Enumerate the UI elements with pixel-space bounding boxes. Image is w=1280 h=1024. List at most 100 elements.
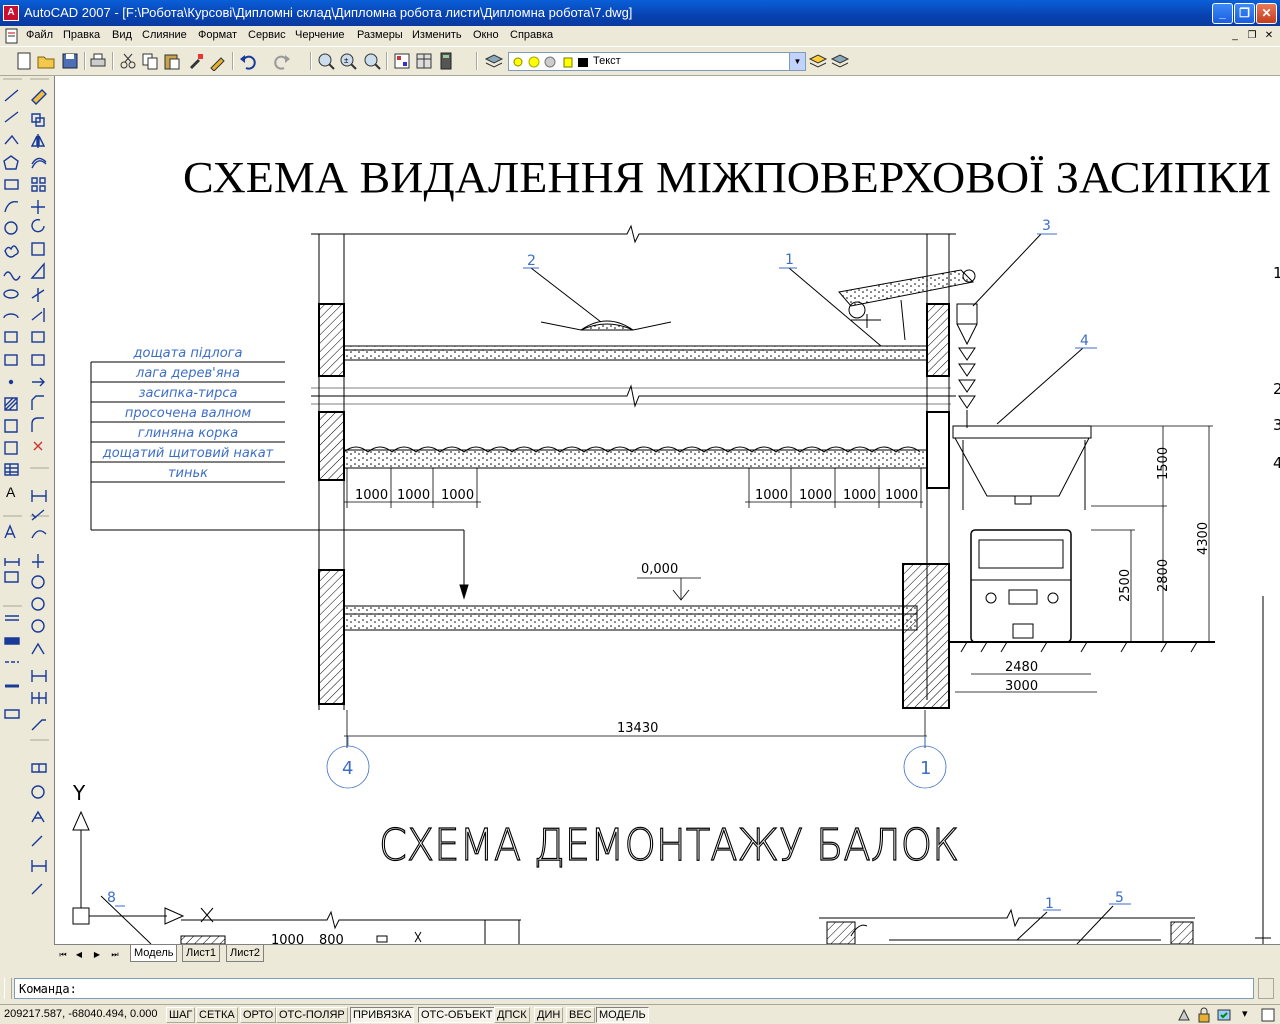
- redo-icon[interactable]: [272, 51, 292, 71]
- last-tab-icon[interactable]: ⏭: [108, 948, 122, 962]
- quick-leader-icon: [31, 719, 46, 731]
- close-button[interactable]: ✕: [1256, 3, 1277, 24]
- tab-sheet1[interactable]: Лист1: [182, 945, 221, 962]
- ducs-toggle[interactable]: ДПСК: [494, 1007, 530, 1023]
- polyline-icon: [4, 134, 19, 145]
- copy-icon[interactable]: [140, 51, 160, 71]
- undo-icon[interactable]: [238, 51, 258, 71]
- chevron-down-icon[interactable]: ▼: [789, 53, 805, 70]
- polygon-icon: [3, 155, 19, 170]
- legend-item: лага дерев'яна: [135, 366, 240, 381]
- ortho-toggle[interactable]: ОРТО: [240, 1007, 277, 1023]
- status-menu-chevron-icon[interactable]: ▾: [1240, 1007, 1250, 1023]
- dimension-1000-bottom: 1000: [271, 933, 304, 944]
- layer-dropdown[interactable]: Текст ▼: [508, 52, 806, 71]
- snap-toggle[interactable]: ШАГ: [166, 1007, 196, 1023]
- autocad-app-icon[interactable]: A: [3, 5, 19, 21]
- menu-help[interactable]: Справка: [510, 29, 553, 41]
- menu-tools[interactable]: Сервис: [248, 29, 286, 41]
- callout-3: 3: [1042, 218, 1051, 234]
- layer-manager-icon[interactable]: [484, 51, 504, 71]
- osnap-toggle[interactable]: ПРИВЯЗКА: [350, 1007, 415, 1023]
- menu-view[interactable]: Вид: [112, 29, 132, 41]
- doc-minimize-button[interactable]: _: [1228, 29, 1242, 43]
- multiline-text-icon: A: [6, 484, 16, 500]
- tab-model[interactable]: Модель: [130, 945, 178, 962]
- tab-sheet2[interactable]: Лист2: [226, 945, 265, 962]
- menu-modify[interactable]: Изменить: [412, 29, 462, 41]
- command-scrollbar[interactable]: [1258, 978, 1274, 999]
- grid-toggle[interactable]: СЕТКА: [196, 1007, 238, 1023]
- aligned-dim-icon: [31, 509, 45, 521]
- level-mark: 0,000: [641, 562, 678, 577]
- zoom-realtime-icon[interactable]: ±: [338, 51, 358, 71]
- save-icon[interactable]: [60, 51, 80, 71]
- print-icon[interactable]: [88, 51, 108, 71]
- menu-merge[interactable]: Слияние: [142, 29, 187, 41]
- doc-restore-button[interactable]: ❐: [1245, 29, 1259, 43]
- command-prompt: Команда:: [19, 982, 77, 996]
- menu-window[interactable]: Окно: [473, 29, 499, 41]
- otrack-toggle[interactable]: ОТС-ОБЪЕКТ: [418, 1007, 496, 1023]
- document-icon[interactable]: [4, 28, 20, 44]
- polar-toggle[interactable]: ОТС-ПОЛЯР: [276, 1007, 348, 1023]
- paste-icon[interactable]: [162, 51, 182, 71]
- dimension-800: 800: [319, 933, 344, 944]
- coordinates-readout[interactable]: 209217.587, -68040.494, 0.000: [2, 1007, 160, 1023]
- communication-center-icon[interactable]: [1176, 1007, 1192, 1023]
- doc-close-button[interactable]: ✕: [1262, 29, 1276, 43]
- trusted-status-icon[interactable]: [1216, 1007, 1232, 1023]
- design-center-icon[interactable]: [414, 51, 434, 71]
- fillet-icon: [31, 417, 44, 432]
- copy-object-icon: [31, 113, 45, 127]
- toolbar-separator: [310, 52, 312, 70]
- layer-previous-icon[interactable]: [830, 51, 850, 71]
- block-editor-icon[interactable]: [208, 51, 228, 71]
- height-dimension-2500: 2500: [1118, 569, 1133, 602]
- menu-file[interactable]: Файл: [26, 29, 53, 41]
- command-grip[interactable]: [4, 978, 12, 999]
- status-bar: 209217.587, -68040.494, 0.000 ШАГ СЕТКА …: [0, 1004, 1280, 1024]
- mirror-icon: [30, 134, 46, 148]
- open-file-icon[interactable]: [36, 51, 56, 71]
- zoom-previous-icon[interactable]: [362, 51, 382, 71]
- minimize-button[interactable]: _: [1212, 3, 1233, 24]
- toolbar-separator: [84, 52, 86, 70]
- make-object-layer-current-icon[interactable]: [808, 51, 828, 71]
- lock-icon[interactable]: [1196, 1007, 1212, 1023]
- menu-dimension[interactable]: Размеры: [357, 29, 403, 41]
- ucs-y-label: Y: [72, 781, 86, 805]
- break-icon: [31, 354, 45, 366]
- calculator-icon[interactable]: [436, 51, 456, 71]
- callout-4: 4: [1080, 333, 1089, 349]
- new-file-icon[interactable]: [14, 51, 34, 71]
- first-tab-icon[interactable]: ⏮: [56, 948, 70, 962]
- menu-draw[interactable]: Черчение: [295, 29, 345, 41]
- legend-item: просочена валном: [125, 406, 251, 421]
- rectangle-icon: [4, 179, 19, 190]
- properties-icon[interactable]: [392, 51, 412, 71]
- legend-item: глиняна корка: [138, 426, 238, 441]
- menu-format[interactable]: Формат: [198, 29, 237, 41]
- width-dimension-2480: 2480: [1005, 660, 1038, 675]
- command-line-input[interactable]: Команда:: [14, 978, 1254, 999]
- cut-icon[interactable]: [118, 51, 138, 71]
- explode-icon: [33, 441, 43, 451]
- next-tab-icon[interactable]: ▶: [90, 948, 104, 962]
- model-toggle[interactable]: МОДЕЛЬ: [596, 1007, 649, 1023]
- lwt-toggle[interactable]: ВЕС: [566, 1007, 595, 1023]
- menu-edit[interactable]: Правка: [63, 29, 100, 41]
- callout-1-bottom: 1: [1045, 896, 1054, 912]
- drawing-canvas[interactable]: СХЕМА ВИДАЛЕННЯ МІЖПОВЕРХОВОЇ ЗАСИПКИ до…: [54, 76, 1280, 944]
- quick-dim-icon: [31, 642, 45, 655]
- dyn-toggle[interactable]: ДИН: [534, 1007, 564, 1023]
- clean-screen-icon[interactable]: [1260, 1007, 1276, 1023]
- extend-icon: [31, 308, 45, 322]
- prev-tab-icon[interactable]: ◀: [72, 948, 86, 962]
- title-bottom-text: СХЕМА ДЕМОНТАЖУ БАЛОК: [379, 820, 959, 871]
- text-style-icon: [4, 524, 16, 539]
- restore-button[interactable]: ❐: [1234, 3, 1255, 24]
- match-properties-icon[interactable]: [186, 51, 206, 71]
- pan-realtime-icon[interactable]: [316, 51, 336, 71]
- angular-dim-icon: [31, 619, 45, 633]
